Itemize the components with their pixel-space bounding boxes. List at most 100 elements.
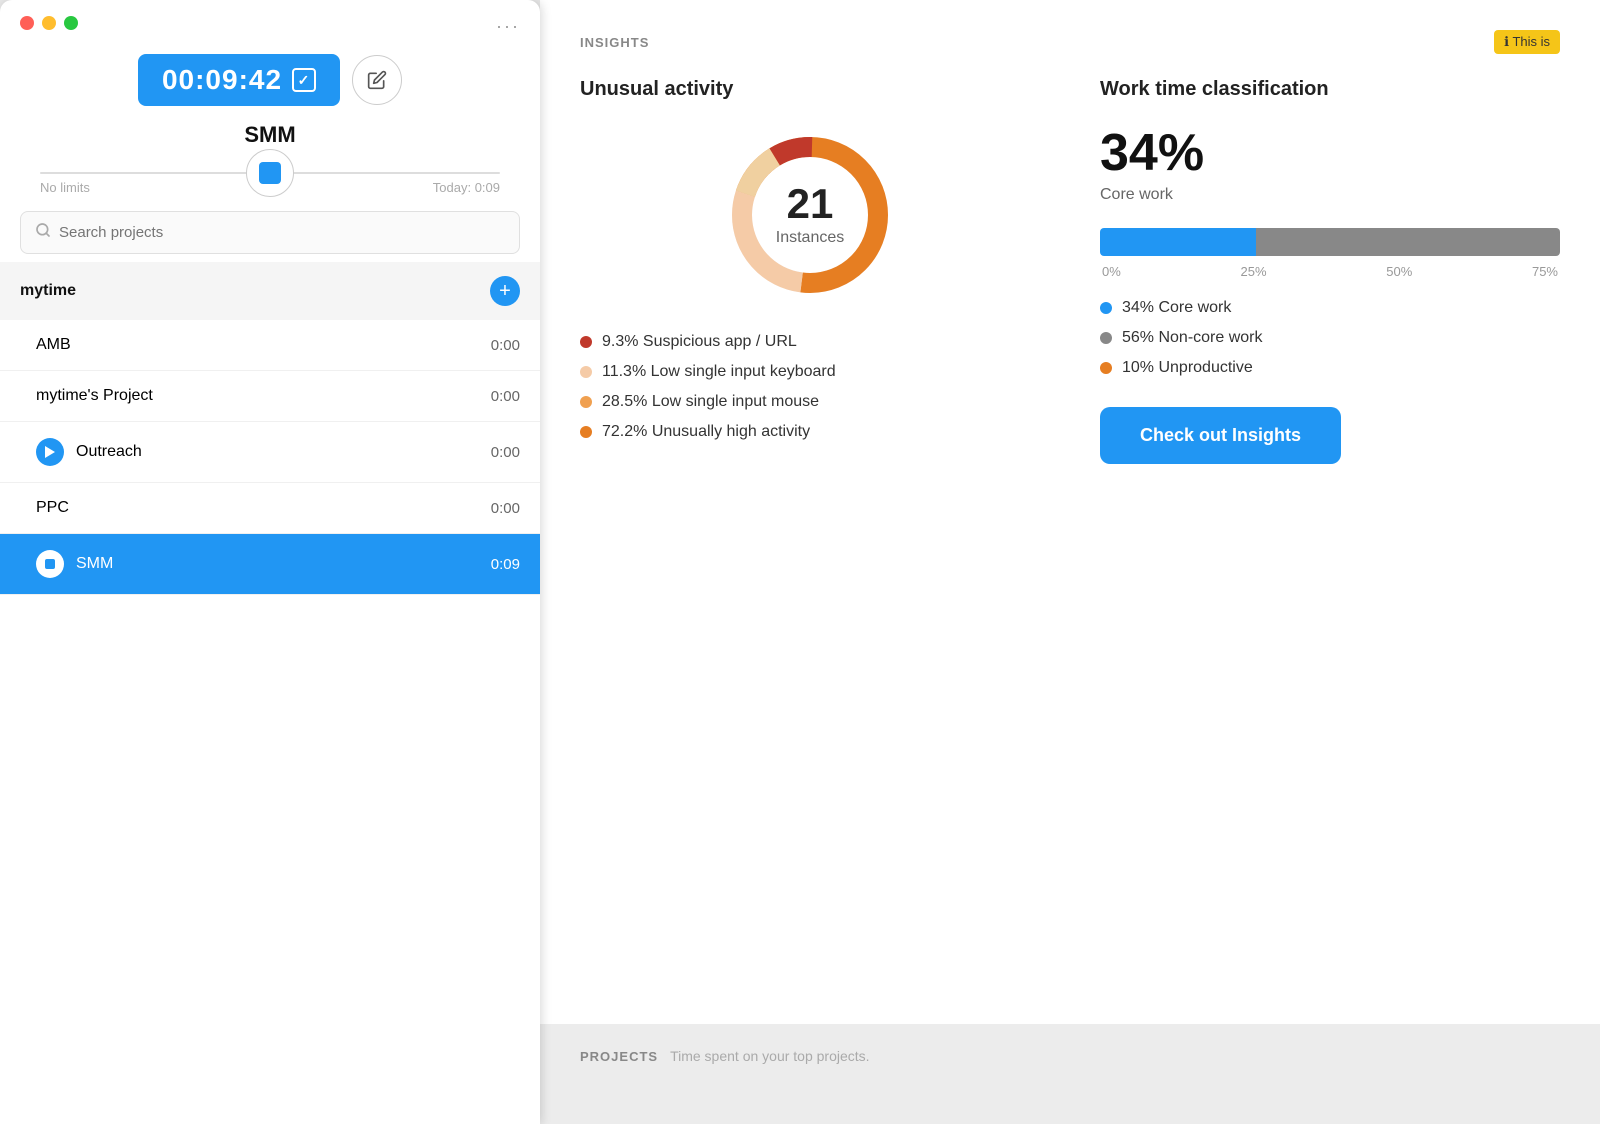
insights-content: Unusual activity — [580, 78, 1560, 464]
legend-dot — [580, 336, 592, 348]
donut-label: Instances — [776, 229, 844, 247]
check-out-insights-button[interactable]: Check out Insights — [1100, 407, 1341, 464]
legend-dot — [580, 396, 592, 408]
donut-center: 21 Instances — [776, 183, 844, 247]
group-header-mytime: mytime + — [0, 262, 540, 320]
tick-75: 75% — [1532, 264, 1558, 279]
project-time: 0:00 — [491, 500, 520, 517]
close-button[interactable] — [20, 16, 34, 30]
projects-label: PROJECTS — [580, 1049, 658, 1064]
progress-ticks: 0% 25% 50% 75% — [1100, 264, 1560, 279]
slider-thumb[interactable] — [246, 149, 294, 197]
big-percent: 34% — [1100, 125, 1560, 182]
slider-right-label: Today: 0:09 — [433, 180, 500, 195]
donut-chart: 21 Instances — [720, 125, 900, 305]
core-work-label: Core work — [1100, 186, 1560, 204]
legend-dot — [1100, 332, 1112, 344]
timer-display: 00:09:42 ✓ — [138, 54, 340, 106]
maximize-button[interactable] — [64, 16, 78, 30]
legend-text: 9.3% Suspicious app / URL — [602, 333, 797, 351]
project-item-left: Outreach — [36, 438, 142, 466]
slider-area: No limits Today: 0:09 — [0, 164, 540, 203]
tick-25: 25% — [1241, 264, 1267, 279]
insights-header: INSIGHTS ℹ This is — [580, 30, 1560, 54]
work-classification-panel: Work time classification 34% Core work 0… — [1100, 78, 1560, 464]
info-badge: ℹ This is — [1494, 30, 1560, 54]
project-time: 0:00 — [491, 337, 520, 354]
legend-text: 11.3% Low single input keyboard — [602, 363, 836, 381]
donut-container: 21 Instances — [580, 125, 1040, 305]
legend-text: 28.5% Low single input mouse — [602, 393, 819, 411]
donut-number: 21 — [776, 183, 844, 225]
unusual-activity-panel: Unusual activity — [580, 78, 1040, 441]
project-item-left: AMB — [36, 336, 71, 354]
list-item[interactable]: mytime's Project 0:00 — [0, 371, 540, 422]
tick-50: 50% — [1386, 264, 1412, 279]
traffic-lights — [20, 16, 78, 30]
project-time: 0:09 — [491, 556, 520, 573]
projects-header: PROJECTS Time spent on your top projects… — [580, 1048, 1560, 1064]
projects-section: PROJECTS Time spent on your top projects… — [540, 1024, 1600, 1124]
project-name: SMM — [76, 555, 113, 573]
legend-item: 28.5% Low single input mouse — [580, 393, 1040, 411]
stop-icon — [36, 550, 64, 578]
legend-text: 10% Unproductive — [1122, 359, 1253, 377]
work-classification-title: Work time classification — [1100, 78, 1560, 101]
work-legend: 34% Core work 56% Non-core work 10% Unpr… — [1100, 299, 1560, 377]
legend-text: 34% Core work — [1122, 299, 1231, 317]
legend-item: 9.3% Suspicious app / URL — [580, 333, 1040, 351]
legend-item: 11.3% Low single input keyboard — [580, 363, 1040, 381]
legend-dot — [1100, 362, 1112, 374]
legend-item: 72.2% Unusually high activity — [580, 423, 1040, 441]
legend-dot — [580, 366, 592, 378]
list-item-active[interactable]: SMM 0:09 — [0, 534, 540, 595]
group-name: mytime — [20, 282, 76, 300]
tick-0: 0% — [1102, 264, 1121, 279]
slider-thumb-inner — [259, 162, 281, 184]
unusual-activity-legend: 9.3% Suspicious app / URL 11.3% Low sing… — [580, 333, 1040, 441]
play-icon — [36, 438, 64, 466]
slider-left-label: No limits — [40, 180, 90, 195]
slider-track[interactable] — [40, 172, 500, 174]
right-panel: INSIGHTS ℹ This is Unusual activity — [540, 0, 1600, 1124]
projects-subtitle: Time spent on your top projects. — [670, 1048, 869, 1064]
stop-square — [45, 559, 55, 569]
project-item-left: mytime's Project — [36, 387, 153, 405]
project-name: Outreach — [76, 443, 142, 461]
legend-text: 56% Non-core work — [1122, 329, 1263, 347]
legend-dot — [1100, 302, 1112, 314]
search-bar — [20, 211, 520, 254]
progress-gray-segment — [1256, 228, 1560, 256]
list-item[interactable]: AMB 0:00 — [0, 320, 540, 371]
insights-label: INSIGHTS — [580, 35, 649, 50]
project-name: PPC — [36, 499, 69, 517]
legend-item: 34% Core work — [1100, 299, 1560, 317]
search-icon — [35, 222, 51, 243]
dots-menu-icon[interactable]: ··· — [496, 16, 520, 37]
project-time: 0:00 — [491, 388, 520, 405]
list-item[interactable]: Outreach 0:00 — [0, 422, 540, 483]
timer-value: 00:09:42 — [162, 64, 282, 96]
progress-blue-segment — [1100, 228, 1256, 256]
project-time: 0:00 — [491, 444, 520, 461]
legend-item: 10% Unproductive — [1100, 359, 1560, 377]
legend-dot — [580, 426, 592, 438]
insights-section: INSIGHTS ℹ This is Unusual activity — [540, 0, 1600, 1024]
project-list: mytime + AMB 0:00 mytime's Project 0:00 — [0, 262, 540, 1124]
list-item[interactable]: PPC 0:00 — [0, 483, 540, 534]
slider-thumb-outer — [246, 149, 294, 197]
edit-button[interactable] — [352, 55, 402, 105]
minimize-button[interactable] — [42, 16, 56, 30]
project-name: mytime's Project — [36, 387, 153, 405]
project-item-left: PPC — [36, 499, 69, 517]
project-item-left: SMM — [36, 550, 113, 578]
add-project-button[interactable]: + — [490, 276, 520, 306]
titlebar: ··· — [0, 0, 540, 46]
unusual-activity-title: Unusual activity — [580, 78, 1040, 101]
legend-text: 72.2% Unusually high activity — [602, 423, 810, 441]
progress-bar — [1100, 228, 1560, 256]
left-panel: ··· 00:09:42 ✓ SMM No limits Today: 0:09 — [0, 0, 540, 1124]
timer-area: 00:09:42 ✓ — [0, 46, 540, 114]
search-input[interactable] — [59, 224, 505, 241]
timer-check-icon[interactable]: ✓ — [292, 68, 316, 92]
